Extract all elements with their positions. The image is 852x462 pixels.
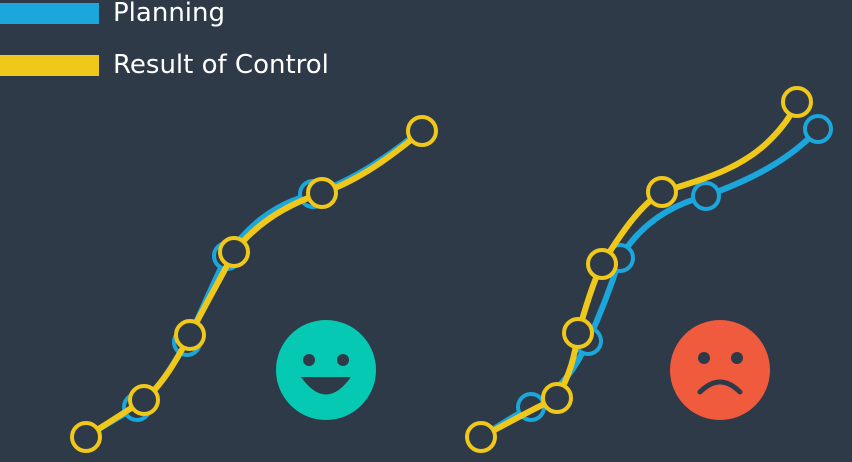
frowning-face-icon: [670, 320, 770, 420]
right-result-waypoint: [465, 421, 497, 453]
right-planning-waypoint: [803, 114, 833, 144]
right-planning-waypoint: [691, 181, 721, 211]
smiling-face-icon: [276, 320, 376, 420]
left-result-waypoint: [128, 384, 160, 416]
right-result-waypoint: [646, 176, 678, 208]
right-planning-trajectory: [478, 114, 833, 440]
control-comparison-diagram: [70, 86, 833, 453]
left-result-waypoint: [218, 236, 250, 268]
right-result-waypoint: [541, 382, 573, 414]
left-result-waypoint: [70, 421, 102, 453]
right-result-waypoint: [781, 86, 813, 118]
right-result-waypoint: [586, 248, 618, 280]
left-result-waypoint: [306, 177, 338, 209]
left-planning-trajectory: [71, 128, 423, 452]
left-result-waypoint: [174, 319, 206, 351]
right-planning-path: [478, 126, 821, 440]
right-result-waypoint: [562, 317, 594, 349]
left-result-waypoint: [406, 115, 438, 147]
